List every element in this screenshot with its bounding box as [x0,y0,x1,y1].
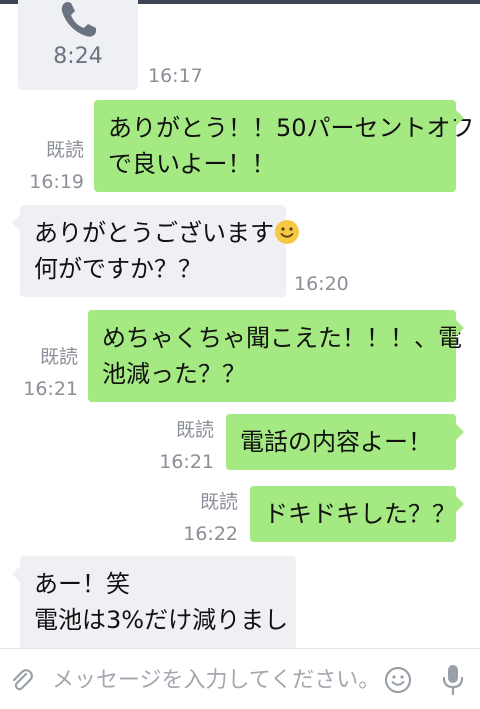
message-line: 何がですか？？ [34,255,202,283]
paperclip-icon[interactable] [8,667,36,695]
message-time: 16:17 [148,65,203,87]
message-line: めちゃくちゃ聞こえた！！！、電 [102,324,462,352]
call-duration: 8:24 [53,44,103,69]
message-time: 16:21 [23,378,78,400]
message-time: 16:20 [294,273,349,295]
message-time: 16:19 [29,171,84,193]
read-receipt: 既読 [199,491,238,513]
read-receipt: 既読 [175,419,214,441]
message-line: ありがとう！！50パーセントオフ [108,114,475,142]
message-time: 16:22 [183,523,238,545]
incoming-message[interactable]: あー！笑 電池は3%だけ減りまし [12,556,296,656]
microphone-icon[interactable] [440,663,466,697]
outgoing-message[interactable]: ありがとう！！50パーセントオフ で良いよー！！ [94,100,475,192]
call-bubble[interactable]: 8:24 [18,0,138,90]
message-line: 電話の内容よー！ [240,428,432,456]
smiling-face-icon [275,220,299,244]
message-line: 電池は3%だけ減りまし [34,606,289,634]
outgoing-message[interactable]: めちゃくちゃ聞こえた！！！、電 池減った？？ [88,310,464,402]
message-line: ドキドキした？？ [264,500,456,528]
read-receipt: 既読 [45,139,84,161]
message-time: 16:21 [159,451,214,473]
read-receipt: 既読 [39,346,78,368]
message-input[interactable] [52,663,372,697]
outgoing-message[interactable]: ドキドキした？？ [250,486,464,542]
message-line: 池減った？？ [102,360,246,388]
emoji-icon[interactable] [384,666,412,694]
phone-icon [61,2,96,37]
message-composer [0,648,480,709]
message-line: あー！笑 [34,570,130,598]
outgoing-message[interactable]: 電話の内容よー！ [226,414,464,470]
message-line: で良いよー！！ [108,150,276,178]
message-line: ありがとうございます [34,215,299,251]
incoming-message[interactable]: ありがとうございます 何がですか？？ [12,205,299,297]
